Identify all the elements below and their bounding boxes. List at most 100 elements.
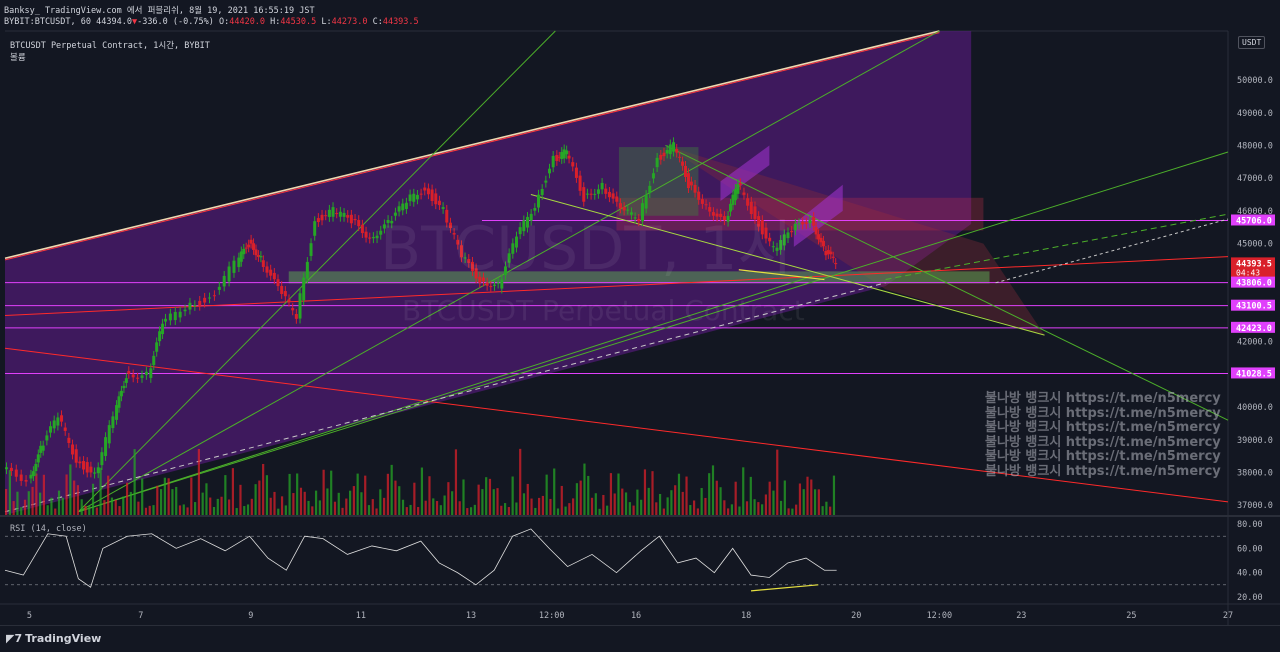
symbol-legend-title[interactable]: BTCUSDT Perpetual Contract, 1시간, BYBIT (10, 39, 210, 51)
candle-body (78, 461, 82, 464)
candle-body (349, 214, 353, 224)
footer-bar: ◤7 TradingView (0, 625, 1280, 652)
candle-body (163, 318, 167, 322)
volume-bar (821, 506, 824, 515)
candle-body (56, 417, 60, 426)
candle-body (829, 251, 833, 255)
candle-body (793, 223, 797, 231)
volume-bar (507, 507, 510, 515)
candle-body (600, 182, 604, 190)
candle-body (801, 221, 805, 225)
volume-bar (420, 467, 424, 515)
candle-body (555, 155, 559, 161)
time-tick-label: 13 (466, 611, 476, 621)
candle-body (589, 193, 593, 195)
candle-body (426, 188, 430, 195)
candle-body (152, 355, 156, 366)
price-tick-label: 48000.0 (1237, 141, 1273, 151)
volume-bar (832, 475, 836, 515)
candle-body (31, 471, 35, 477)
volume-bar (383, 497, 386, 515)
candle-body (742, 192, 746, 195)
volume-bar (761, 504, 764, 515)
candle-body (52, 420, 56, 429)
candle-body (324, 215, 328, 217)
volume-bar (708, 473, 711, 515)
candle-body (161, 323, 165, 335)
candle-body (567, 155, 571, 159)
candle-body (681, 161, 685, 166)
volume-bar (379, 489, 382, 515)
volume-bar (787, 508, 790, 515)
volume-bar (428, 476, 431, 515)
volume-bar (99, 467, 102, 515)
candle-body (208, 297, 212, 299)
candle-body (342, 213, 346, 217)
volume-bar (515, 502, 518, 515)
volume-bar (500, 505, 503, 515)
candle-body (60, 415, 64, 422)
candle-body (651, 173, 655, 179)
volume-bar (76, 485, 80, 515)
candle-body (736, 184, 740, 194)
volume-bar (390, 464, 393, 515)
volume-bar (356, 473, 359, 515)
candle-body (131, 374, 135, 378)
tv-logo-icon: ◤7 (6, 632, 23, 645)
candle-body (227, 266, 231, 282)
volume-legend[interactable]: 볼륨 (10, 51, 26, 63)
volume-bar (503, 503, 507, 515)
volume-bar (813, 489, 817, 515)
volume-bar (655, 502, 658, 515)
time-tick-label: 16 (631, 611, 641, 621)
time-tick-label: 7 (138, 611, 143, 621)
volume-bar (107, 475, 110, 515)
currency-button[interactable]: USDT (1238, 36, 1266, 49)
candle-body (585, 193, 589, 195)
candle-body (327, 209, 331, 217)
volume-bar (8, 470, 11, 515)
volume-bar (481, 489, 484, 515)
volume-bar (277, 508, 280, 515)
time-tick-label: 25 (1126, 611, 1136, 621)
candle-body (738, 183, 742, 185)
volume-bar (624, 492, 628, 515)
volume-bar (129, 491, 132, 515)
candle-body (604, 188, 608, 194)
volume-bar (280, 496, 284, 515)
volume-bar (458, 501, 461, 515)
candle-body (24, 480, 28, 482)
volume-bar (492, 489, 495, 515)
volume-bar (647, 487, 650, 515)
price-tick-label: 39000.0 (1237, 436, 1273, 446)
volume-bar (333, 501, 337, 515)
candle-body (834, 263, 838, 265)
volume-bar (757, 502, 760, 515)
candle-body (375, 235, 379, 239)
volume-bar (632, 505, 635, 515)
rsi-tick-label: 40.00 (1237, 569, 1263, 579)
candle-body (678, 156, 682, 158)
ohlc-line: BYBIT:BTCUSDT, 60 44394.0▼-336.0 (-0.75%… (4, 17, 419, 27)
volume-bar (783, 480, 786, 515)
volume-bar (69, 464, 72, 515)
candle-body (155, 342, 159, 352)
candle-body (85, 462, 89, 473)
time-tick-label: 18 (741, 611, 751, 621)
volume-bar (167, 478, 170, 515)
volume-bar (685, 476, 688, 515)
volume-bar (178, 505, 182, 515)
volume-bar (806, 476, 809, 515)
volume-bar (375, 508, 378, 515)
candle-body (668, 144, 672, 155)
volume-bar (609, 473, 613, 515)
rsi-divergence-line (750, 584, 819, 592)
volume-bar (163, 477, 166, 515)
volume-bar (651, 471, 654, 515)
author-watermark-line: 불나방 뱅크시 https://t.me/n5mercy (985, 420, 1221, 435)
volume-bar (371, 499, 374, 515)
price-tick-label: 37000.0 (1237, 501, 1273, 511)
price-label-text: 43100.5 (1236, 302, 1272, 312)
tradingview-logo[interactable]: ◤7 TradingView (6, 632, 104, 645)
volume-bar (613, 493, 616, 515)
